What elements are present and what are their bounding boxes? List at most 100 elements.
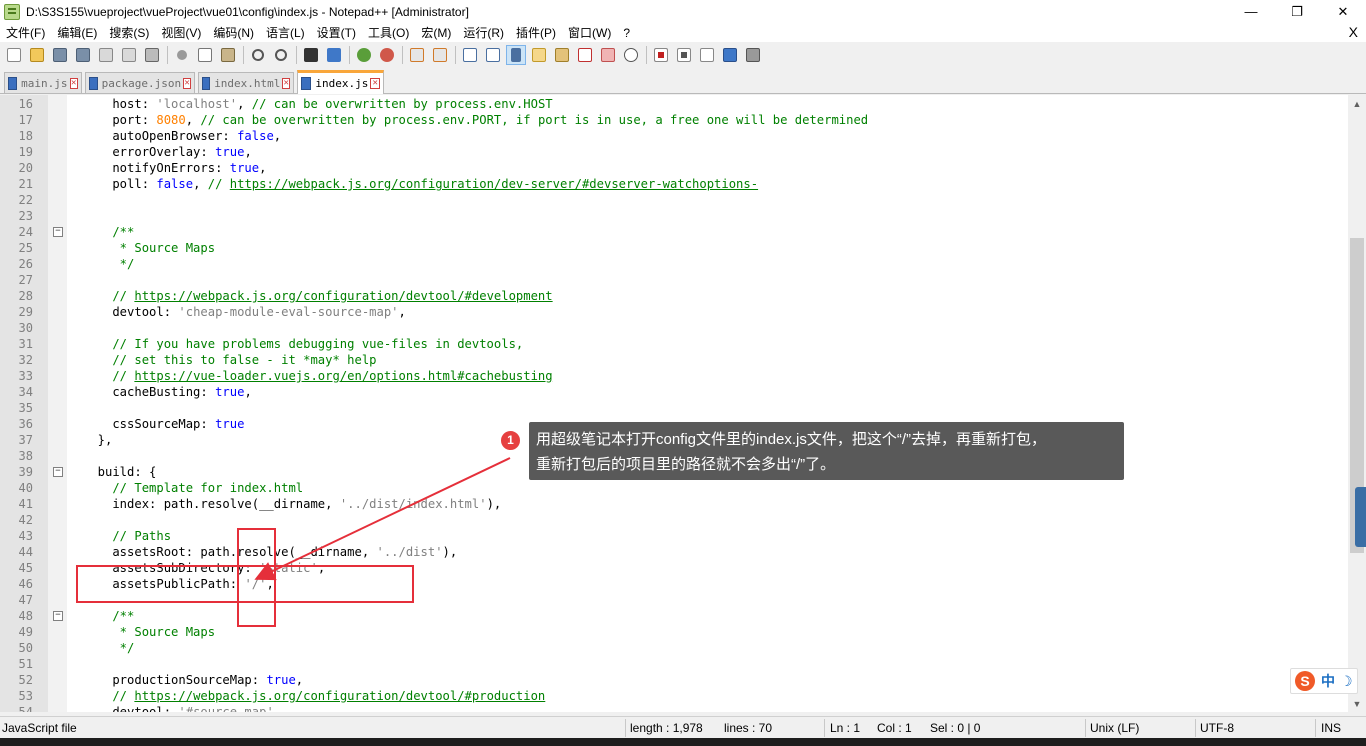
close-all-icon[interactable] xyxy=(119,45,139,65)
code-line[interactable]: 20 notifyOnErrors: true, xyxy=(0,160,1348,176)
code-line[interactable]: 43 // Paths xyxy=(0,528,1348,544)
function-list-icon[interactable] xyxy=(575,45,595,65)
open-file-icon[interactable] xyxy=(27,45,47,65)
menu-macro[interactable]: 宏(M) xyxy=(415,24,457,41)
tab-index-js[interactable]: index.js ✕ xyxy=(297,70,384,94)
code-line[interactable]: 23 xyxy=(0,208,1348,224)
side-widget-handle[interactable] xyxy=(1355,487,1366,547)
tab-package-json[interactable]: package.json ✕ xyxy=(85,72,195,93)
code-line[interactable]: 40 // Template for index.html xyxy=(0,480,1348,496)
indent-guide-icon[interactable] xyxy=(506,45,526,65)
code-line[interactable]: 19 errorOverlay: true, xyxy=(0,144,1348,160)
ime-indicator[interactable]: S 中 ☽ xyxy=(1290,668,1358,694)
code-line[interactable]: 44 assetsRoot: path.resolve(__dirname, '… xyxy=(0,544,1348,560)
menu-settings[interactable]: 设置(T) xyxy=(311,24,362,41)
fold-toggle-icon[interactable]: − xyxy=(53,227,63,237)
run-macro-multiple-icon[interactable] xyxy=(720,45,740,65)
menu-help[interactable]: ? xyxy=(617,26,636,40)
code-link[interactable]: https://vue-loader.vuejs.org/en/options.… xyxy=(134,369,552,383)
word-wrap-icon[interactable] xyxy=(460,45,480,65)
menu-file[interactable]: 文件(F) xyxy=(0,24,51,41)
new-file-icon[interactable] xyxy=(4,45,24,65)
find-icon[interactable] xyxy=(301,45,321,65)
code-line[interactable]: 16 host: 'localhost', // can be overwrit… xyxy=(0,96,1348,112)
minimize-button[interactable]: — xyxy=(1228,0,1274,23)
close-file-icon[interactable] xyxy=(96,45,116,65)
zoom-in-icon[interactable] xyxy=(354,45,374,65)
save-icon[interactable] xyxy=(50,45,70,65)
tab-close-icon[interactable]: ✕ xyxy=(183,77,191,89)
code-line[interactable]: 29 devtool: 'cheap-module-eval-source-ma… xyxy=(0,304,1348,320)
cut-icon[interactable] xyxy=(172,45,192,65)
code-line[interactable]: 42 xyxy=(0,512,1348,528)
menu-encoding[interactable]: 编码(N) xyxy=(207,24,260,41)
print-icon[interactable] xyxy=(142,45,162,65)
code-line[interactable]: 33 // https://vue-loader.vuejs.org/en/op… xyxy=(0,368,1348,384)
code-line[interactable]: 51 xyxy=(0,656,1348,672)
code-link[interactable]: https://webpack.js.org/configuration/dev… xyxy=(134,689,545,703)
play-macro-icon[interactable] xyxy=(697,45,717,65)
code-link[interactable]: https://webpack.js.org/configuration/dev… xyxy=(134,289,552,303)
code-line[interactable]: 35 xyxy=(0,400,1348,416)
code-line[interactable]: 41 index: path.resolve(__dirname, '../di… xyxy=(0,496,1348,512)
code-editor[interactable]: 16 host: 'localhost', // can be overwrit… xyxy=(0,95,1348,712)
paste-icon[interactable] xyxy=(218,45,238,65)
user-language-icon[interactable] xyxy=(529,45,549,65)
code-line[interactable]: 27 xyxy=(0,272,1348,288)
code-line[interactable]: 52 productionSourceMap: true, xyxy=(0,672,1348,688)
redo-icon[interactable] xyxy=(271,45,291,65)
tab-main-js[interactable]: main.js ✕ xyxy=(4,72,82,93)
code-line[interactable]: 18 autoOpenBrowser: false, xyxy=(0,128,1348,144)
menu-language[interactable]: 语言(L) xyxy=(260,24,311,41)
menu-tools[interactable]: 工具(O) xyxy=(362,24,415,41)
scroll-up-icon[interactable]: ▲ xyxy=(1348,95,1366,112)
code-line[interactable]: 48 − /** xyxy=(0,608,1348,624)
code-line[interactable]: 49 * Source Maps xyxy=(0,624,1348,640)
code-line[interactable]: 24 − /** xyxy=(0,224,1348,240)
code-line[interactable]: 31 // If you have problems debugging vue… xyxy=(0,336,1348,352)
moon-icon[interactable]: ☽ xyxy=(1340,673,1353,690)
tab-index-html[interactable]: index.html ✕ xyxy=(198,72,294,93)
tab-close-icon[interactable]: ✕ xyxy=(282,77,290,89)
close-button[interactable]: ✕ xyxy=(1320,0,1366,23)
code-link[interactable]: https://webpack.js.org/configuration/dev… xyxy=(230,177,758,191)
code-line[interactable]: 32 // set this to false - it *may* help xyxy=(0,352,1348,368)
menu-window[interactable]: 窗口(W) xyxy=(562,24,617,41)
replace-icon[interactable] xyxy=(324,45,344,65)
record-macro-icon[interactable] xyxy=(651,45,671,65)
menu-run[interactable]: 运行(R) xyxy=(457,24,510,41)
ime-language-label[interactable]: 中 xyxy=(1321,671,1335,691)
code-line[interactable]: 34 cacheBusting: true, xyxy=(0,384,1348,400)
tab-close-icon[interactable]: ✕ xyxy=(69,77,78,89)
fold-toggle-icon[interactable]: − xyxy=(53,611,63,621)
menu-view[interactable]: 视图(V) xyxy=(155,24,207,41)
menu-search[interactable]: 搜索(S) xyxy=(103,24,155,41)
fold-toggle-icon[interactable]: − xyxy=(53,467,63,477)
undo-icon[interactable] xyxy=(248,45,268,65)
code-line[interactable]: 17 port: 8080, // can be overwritten by … xyxy=(0,112,1348,128)
doc-map-icon[interactable] xyxy=(552,45,572,65)
stop-macro-icon[interactable] xyxy=(674,45,694,65)
copy-icon[interactable] xyxy=(195,45,215,65)
zoom-out-icon[interactable] xyxy=(377,45,397,65)
menu-edit[interactable]: 编辑(E) xyxy=(51,24,103,41)
menu-plugins[interactable]: 插件(P) xyxy=(510,24,562,41)
save-all-icon[interactable] xyxy=(73,45,93,65)
show-all-characters-icon[interactable] xyxy=(483,45,503,65)
scroll-down-icon[interactable]: ▼ xyxy=(1348,695,1366,712)
tab-close-icon[interactable]: ✕ xyxy=(370,78,380,89)
save-macro-icon[interactable] xyxy=(743,45,763,65)
code-line[interactable]: 54 devtool: '#source-map', xyxy=(0,704,1348,712)
code-line[interactable]: 30 xyxy=(0,320,1348,336)
sync-vertical-icon[interactable] xyxy=(407,45,427,65)
close-document-button[interactable]: X xyxy=(1349,24,1358,40)
code-line[interactable]: 50 */ xyxy=(0,640,1348,656)
code-line[interactable]: 22 xyxy=(0,192,1348,208)
restore-button[interactable]: ❐ xyxy=(1274,0,1320,23)
code-line[interactable]: 28 // https://webpack.js.org/configurati… xyxy=(0,288,1348,304)
code-line[interactable]: 53 // https://webpack.js.org/configurati… xyxy=(0,688,1348,704)
sync-horizontal-icon[interactable] xyxy=(430,45,450,65)
monitoring-icon[interactable] xyxy=(621,45,641,65)
vertical-scrollbar[interactable]: ▲ ▼ xyxy=(1348,95,1366,712)
folder-as-workspace-icon[interactable] xyxy=(598,45,618,65)
